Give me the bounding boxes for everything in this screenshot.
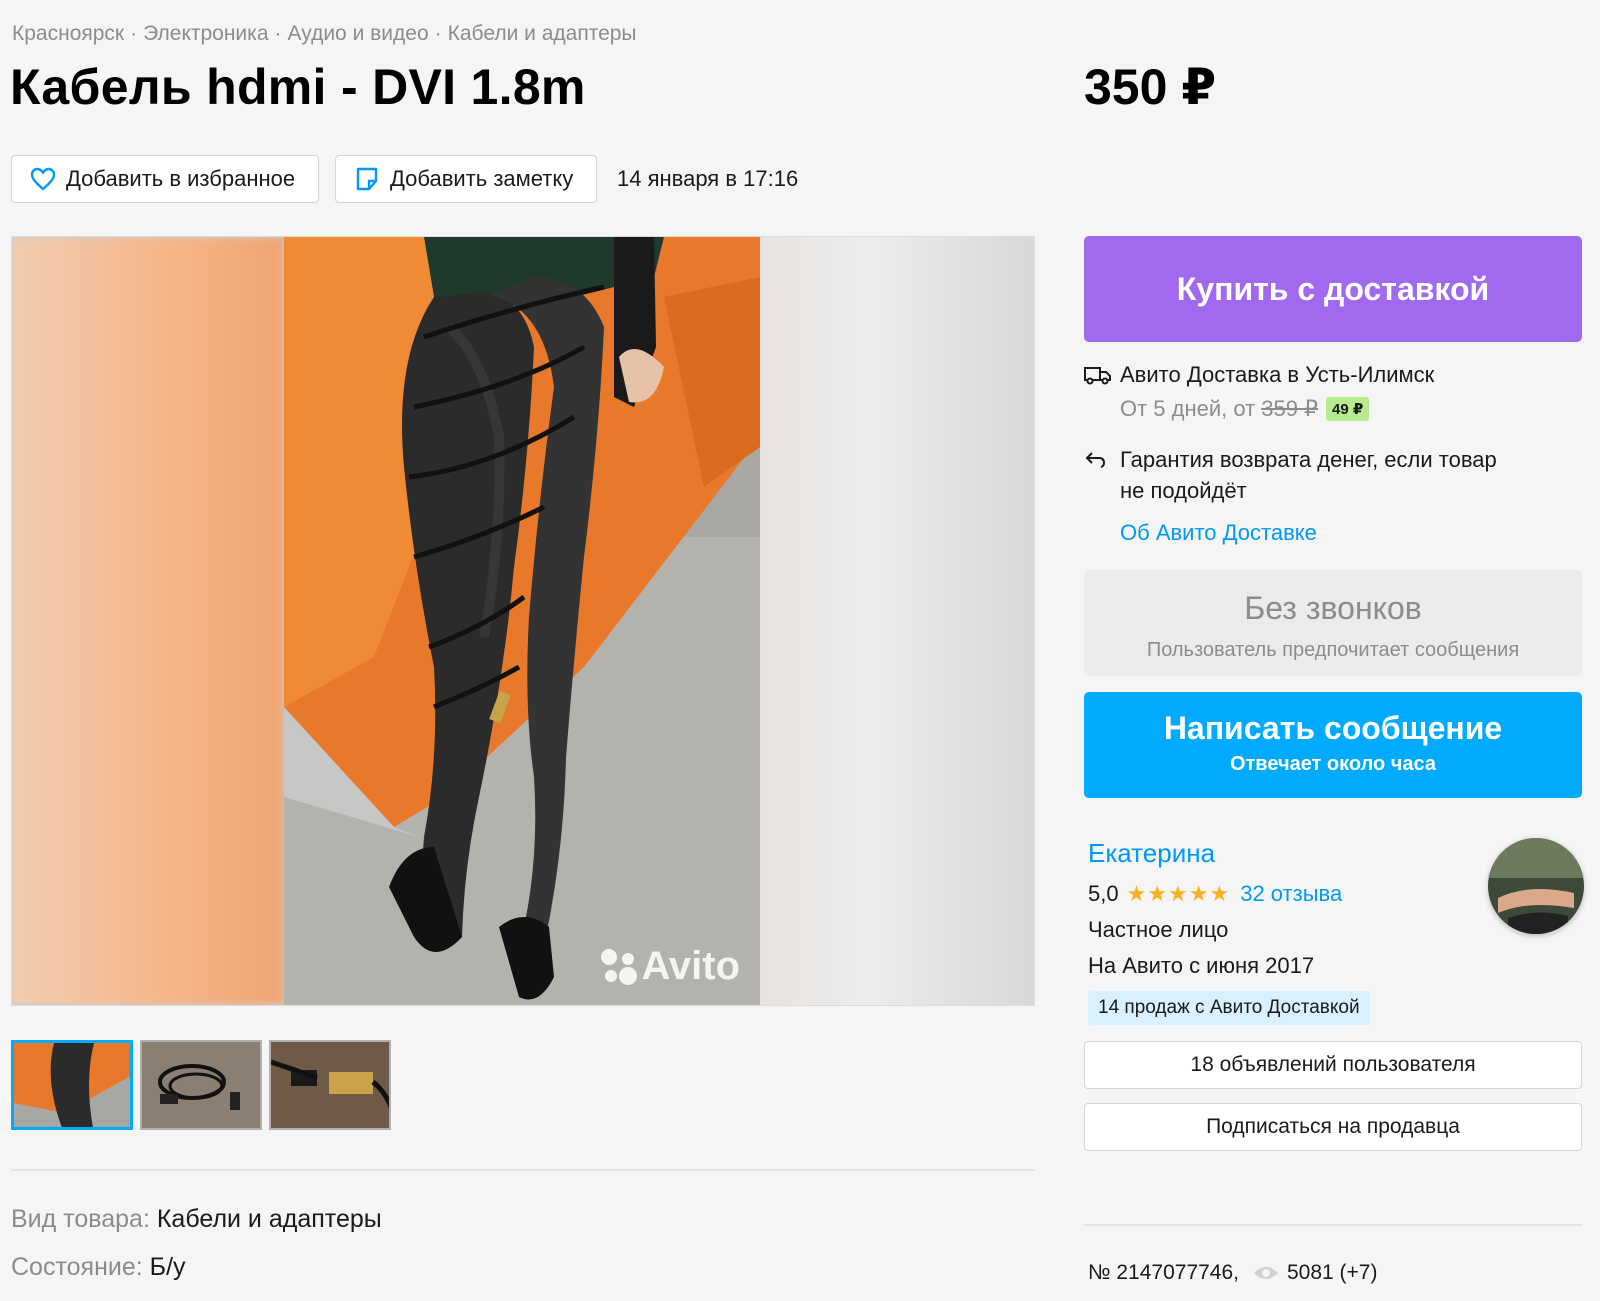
breadcrumb-city[interactable]: Красноярск [12, 22, 124, 45]
add-to-favorites-label: Добавить в избранное [66, 166, 296, 191]
views-count: 5081 (+7) [1287, 1261, 1378, 1284]
breadcrumb-cables[interactable]: Кабели и адаптеры [448, 22, 637, 45]
breadcrumb-audio-video[interactable]: Аудио и видео [288, 22, 429, 45]
param-item-type: Вид товара: Кабели и адаптеры [11, 1205, 382, 1234]
seller-name-link[interactable]: Екатерина [1088, 838, 1488, 869]
thumbnail-strip [11, 1040, 398, 1130]
listing-meta: № 2147077746, 5081 (+7) [1088, 1261, 1377, 1285]
avito-logo-icon [601, 948, 638, 985]
seller-rating: 5,0 ★★★★★ 32 отзыва [1088, 881, 1488, 907]
response-time: Отвечает около часа [1229, 753, 1437, 775]
reviews-link[interactable]: 32 отзыва [1240, 881, 1342, 907]
price: 350 ₽ [1084, 59, 1217, 115]
rating-value: 5,0 [1088, 881, 1119, 906]
divider [11, 1169, 1035, 1171]
main-photo[interactable]: Avito [11, 236, 1035, 1006]
delivery-info: Авито Доставка в Усть-Илимск От 5 дней, … [1084, 362, 1584, 546]
return-arrow-icon [1085, 452, 1106, 468]
note-icon [356, 167, 378, 191]
thumbnail-2[interactable] [140, 1040, 262, 1130]
thumbnail-3[interactable] [269, 1040, 391, 1130]
avito-watermark: Avito [597, 944, 740, 989]
item-params: Вид товара: Кабели и адаптеры Состояние:… [11, 1205, 382, 1301]
seller-info: Екатерина 5,0 ★★★★★ 32 отзыва Частное ли… [1088, 838, 1488, 1025]
write-message-button[interactable]: Написать сообщение Отвечает около часа [1084, 692, 1582, 798]
param-key: Вид товара: [11, 1205, 150, 1233]
param-value: Б/у [149, 1253, 186, 1281]
thumbnail-3-image [271, 1042, 389, 1128]
no-calls-notice: Без звонков Пользователь предпочитает со… [1084, 570, 1582, 676]
breadcrumb-separator: · [130, 22, 138, 45]
no-calls-title: Без звонков [1244, 590, 1422, 626]
delivery-terms-text: От 5 дней, от [1120, 396, 1256, 421]
breadcrumb-electronics[interactable]: Электроника [143, 22, 268, 45]
avito-watermark-text: Avito [641, 944, 740, 988]
breadcrumb: Красноярск · Электроника · Аудио и видео · Каб… [12, 22, 637, 46]
eye-icon [1254, 1267, 1278, 1279]
truck-icon [1084, 367, 1111, 385]
breadcrumb-separator: · [274, 22, 282, 45]
delivery-price-badge: 49 ₽ [1326, 397, 1370, 421]
delivery-row: Авито Доставка в Усть-Илимск От 5 дней, … [1084, 362, 1584, 422]
about-delivery-link[interactable]: Об Авито Доставке [1084, 520, 1584, 546]
listing-number: № 2147077746, [1088, 1261, 1239, 1284]
seller-avatar[interactable] [1488, 838, 1584, 934]
sales-badge: 14 продаж с Авито Доставкой [1088, 991, 1370, 1025]
product-photo-image [284, 237, 760, 1005]
param-value: Кабели и адаптеры [156, 1205, 382, 1233]
subscribe-button[interactable]: Подписаться на продавца [1084, 1103, 1582, 1151]
seller-avatar-image [1488, 838, 1584, 934]
heart-icon [30, 167, 56, 191]
breadcrumb-separator: · [434, 22, 442, 45]
guarantee-text: Гарантия возврата денег, если товар не п… [1120, 447, 1497, 503]
param-condition: Состояние: Б/у [11, 1253, 382, 1282]
add-to-favorites-button[interactable]: Добавить в избранное [11, 155, 319, 203]
listing-actions: Добавить в избранное Добавить заметку 14… [11, 155, 798, 203]
product-photo: Avito [284, 237, 760, 1005]
guarantee-row: Гарантия возврата денег, если товар не п… [1084, 444, 1584, 506]
delivery-terms: От 5 дней, от 359 ₽ 49 ₽ [1120, 396, 1584, 422]
delivery-title: Авито Доставка в Усть-Илимск [1120, 362, 1435, 387]
add-note-label: Добавить заметку [390, 166, 574, 191]
publish-date: 14 января в 17:16 [617, 166, 799, 191]
delivery-old-price: 359 ₽ [1261, 396, 1319, 421]
seller-ads-button[interactable]: 18 объявлений пользователя [1084, 1041, 1582, 1089]
write-message-label: Написать сообщение [1163, 710, 1503, 746]
seller-type: Частное лицо [1088, 917, 1229, 942]
photo-blur-right [758, 237, 1034, 1005]
seller-since: На Авито с июня 2017 [1088, 953, 1315, 978]
divider [1084, 1224, 1582, 1226]
buy-with-delivery-button[interactable]: Купить с доставкой [1084, 236, 1582, 342]
add-note-button[interactable]: Добавить заметку [335, 155, 597, 203]
thumbnail-1[interactable] [11, 1040, 133, 1130]
photo-blur-left [12, 237, 284, 1005]
thumbnail-2-image [142, 1042, 260, 1128]
page-title: Кабель hdmi - DVI 1.8m [10, 59, 586, 115]
no-calls-subtitle: Пользователь предпочитает сообщения [1146, 639, 1520, 661]
thumbnail-1-image [14, 1043, 130, 1127]
rating-stars-icon: ★★★★★ [1126, 881, 1231, 906]
param-key: Состояние: [11, 1253, 143, 1281]
